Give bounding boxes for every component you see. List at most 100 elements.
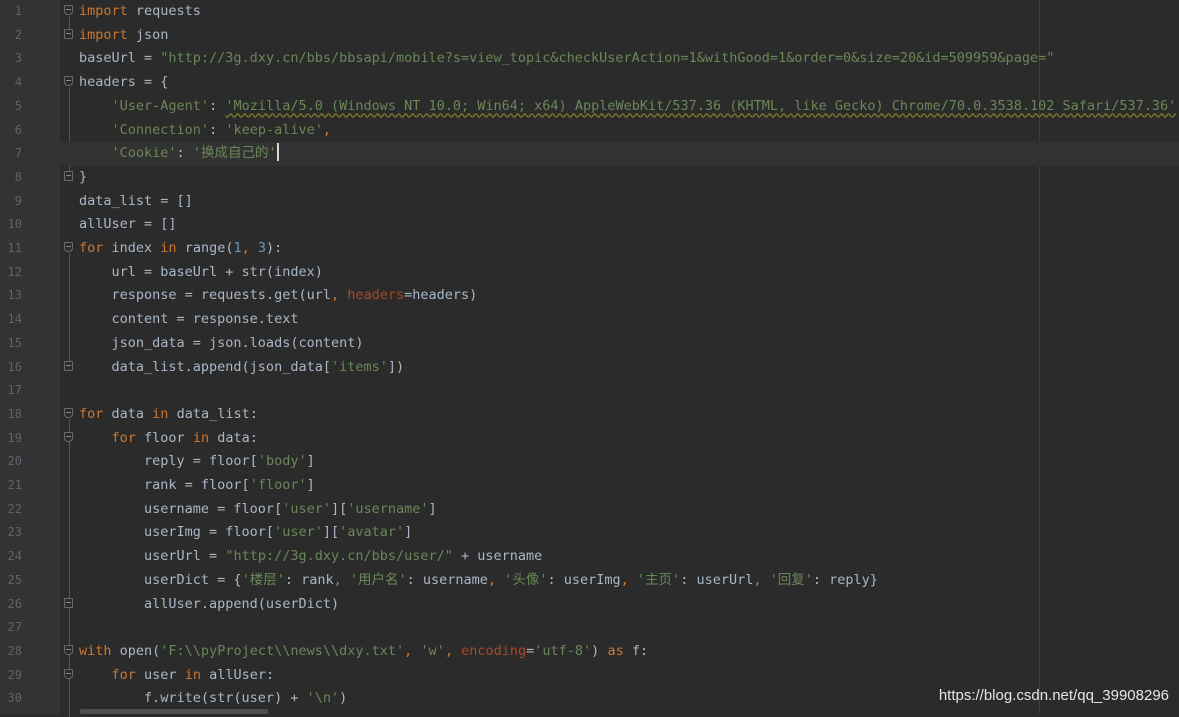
code-token: , [330,287,340,304]
horizontal-scrollbar[interactable] [80,709,268,714]
code-token: '换成自己的' [192,145,277,162]
fold-close-icon[interactable] [64,170,73,181]
code-line[interactable]: 6 'Connection': 'keep-alive', [0,119,1179,143]
code-token: '头像' [504,571,548,588]
line-number: 15 [7,335,22,350]
fold-open-icon[interactable] [64,644,73,655]
code-line[interactable]: 16 data_list.append(json_data['items']) [0,356,1179,380]
line-number: 21 [7,478,22,492]
code-token: 1 [233,240,242,256]
code-line[interactable]: 14 content = response.text [0,308,1179,332]
code-token: index [103,240,161,256]
code-line[interactable]: 26 allUser.append(userDict) [0,593,1179,617]
code-token: : username [406,571,488,588]
code-line[interactable]: 1 import requests [0,0,1179,24]
code-token: as [607,642,624,659]
code-token: , [333,571,342,588]
code-token: allUser = [] [79,216,177,233]
fold-open-icon[interactable] [64,431,73,442]
line-code: username = floor['user']['username'] [79,498,437,522]
code-line[interactable]: 2 import json [0,24,1179,48]
code-token: data_list.append(json_data[ [79,358,331,375]
code-line[interactable]: 29 for user in allUser: [0,664,1179,688]
code-token: allUser.append(userDict) [79,595,340,612]
line-code: import json [79,24,168,48]
code-line[interactable]: 22 username = floor['user']['username'] [0,498,1179,522]
code-token: 'keep-alive' [225,121,323,138]
code-line[interactable]: 3 baseUrl = "http://3g.dxy.cn/bbs/bbsapi/… [0,47,1179,71]
code-line[interactable]: 19 for floor in data: [0,427,1179,451]
code-token: url = baseUrl + str(index) [79,263,323,280]
code-line[interactable]: 24 userUrl = "http://3g.dxy.cn/bbs/user/… [0,545,1179,569]
code-token: : reply} [812,571,878,588]
code-token: username = floor[ [79,500,283,517]
code-token: ): [266,240,283,256]
fold-open-icon[interactable] [64,76,73,87]
code-token: 'Cookie' [111,145,177,162]
code-token: '用户名' [349,571,407,588]
line-code: for user in allUser: [79,664,275,688]
code-token: : [209,121,226,138]
code-token: 'user' [274,524,323,541]
code-line[interactable]: 8} [0,166,1179,190]
code-line[interactable]: 25 userDict = {'楼层': rank, '用户名': userna… [0,569,1179,593]
fold-open-icon[interactable] [64,668,73,679]
code-token: f: [623,642,649,659]
code-token: floor [135,429,193,446]
code-token: open( [111,642,161,659]
code-line[interactable]: 7 'Cookie': '换成自己的' [0,142,1179,166]
line-number: 11 [7,241,22,255]
code-line[interactable]: 23 userImg = floor['user']['avatar'] [0,521,1179,545]
code-token: 'F:\\pyProject\\news\\dxy.txt' [160,642,405,659]
code-token: user [135,666,185,683]
code-line[interactable]: 17 [0,379,1179,403]
code-token: ]) [387,358,405,375]
line-number: 19 [7,430,22,445]
fold-close-icon[interactable] [64,28,73,39]
line-code: allUser = [] [79,213,177,237]
line-number: 4 [14,75,22,90]
code-line[interactable]: 5 'User-Agent': 'Mozilla/5.0 (Windows NT… [0,95,1179,119]
fold-close-icon[interactable] [64,360,73,371]
code-line[interactable]: 11 for index in range(1, 3): [0,237,1179,261]
code-line[interactable]: 28 with open('F:\\pyProject\\news\\dxy.tx… [0,640,1179,664]
line-number: 22 [7,501,22,516]
fold-open-icon[interactable] [64,242,73,252]
code-line[interactable]: 20 reply = floor['body'] [0,450,1179,474]
line-number: 10 [7,217,22,232]
fold-open-icon[interactable] [64,5,73,15]
line-code: 'Cookie': '换成自己的' [79,142,279,166]
line-code: f.write(str(user) + '\n') [79,687,347,711]
code-token: "http://3g.dxy.cn/bbs/user/" [225,548,453,565]
code-line[interactable]: 15 json_data = json.loads(content) [0,332,1179,356]
code-editor[interactable]: 1 import requests 2 import json 3 baseUrl = "… [0,0,1179,717]
code-line[interactable]: 13 response = requests.get(url, headers=… [0,284,1179,308]
line-number: 30 [7,691,22,706]
line-number: 24 [7,549,22,564]
fold-open-icon[interactable] [64,407,73,418]
code-line[interactable]: 9 data_list = [] [0,190,1179,214]
code-line[interactable]: 21 rank = floor['floor'] [0,474,1179,498]
line-code: json_data = json.loads(content) [79,332,364,356]
line-code: baseUrl = "http://3g.dxy.cn/bbs/bbsapi/m… [79,47,1054,71]
code-line[interactable]: 18 for data in data_list: [0,403,1179,427]
code-token: ) [339,690,348,707]
code-token: ] [404,524,413,541]
line-code: headers = { [79,71,168,95]
code-token: f.write(str(user) + [79,690,307,707]
code-token: data: [209,429,258,446]
code-token: in [160,240,177,256]
code-token: json [127,26,169,43]
code-line[interactable]: 4 headers = { [0,71,1179,95]
code-line[interactable]: 12 url = baseUrl + str(index) [0,261,1179,285]
code-token: ] [306,477,315,493]
line-number: 27 [7,620,22,635]
code-line[interactable]: 27 [0,616,1179,640]
line-code: import requests [79,0,201,24]
fold-close-icon[interactable] [64,597,73,608]
code-line[interactable]: 10 allUser = [] [0,213,1179,237]
code-token: '楼层' [241,571,285,588]
code-token: '回复' [769,571,813,588]
